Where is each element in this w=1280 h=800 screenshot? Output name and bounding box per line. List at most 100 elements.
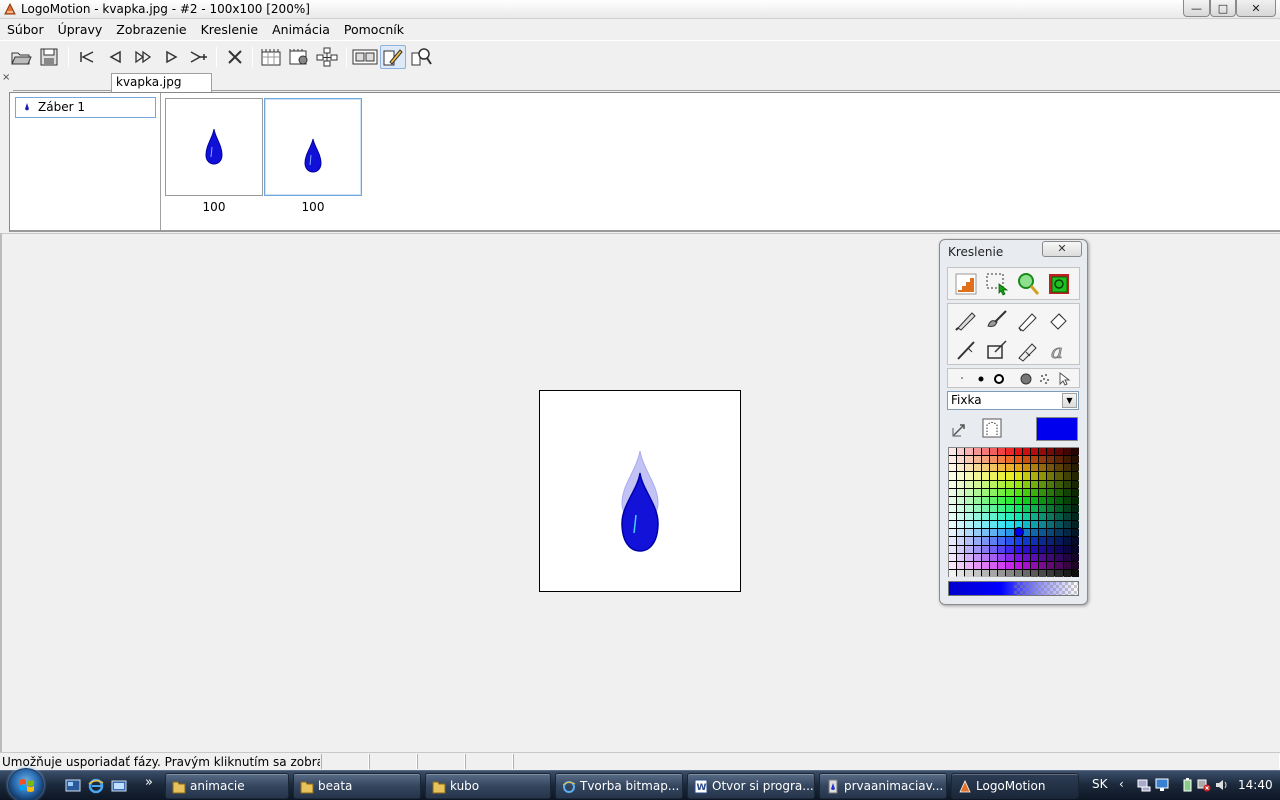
clock[interactable]: 14:40 bbox=[1238, 778, 1273, 792]
palette-swatch[interactable] bbox=[1063, 472, 1071, 480]
palette-swatch[interactable] bbox=[1063, 496, 1071, 504]
palette-swatch[interactable] bbox=[1055, 521, 1063, 529]
frame-thumbnail-selected[interactable] bbox=[264, 98, 362, 196]
palette-swatch[interactable] bbox=[1055, 464, 1063, 472]
palette-swatch[interactable] bbox=[1063, 480, 1071, 488]
palette-swatch[interactable] bbox=[1071, 513, 1079, 521]
marker-icon[interactable] bbox=[1015, 307, 1041, 333]
palette-swatch[interactable] bbox=[1006, 521, 1014, 529]
palette-swatch[interactable] bbox=[965, 513, 973, 521]
close-document-icon[interactable]: × bbox=[2, 73, 12, 83]
frame-thumbnail[interactable] bbox=[165, 98, 263, 196]
palette-swatch[interactable] bbox=[949, 472, 957, 480]
palette-swatch[interactable] bbox=[1030, 448, 1039, 456]
palette-swatch[interactable] bbox=[998, 561, 1006, 569]
palette-swatch[interactable] bbox=[1071, 448, 1079, 456]
palette-swatch[interactable] bbox=[1014, 537, 1022, 545]
palette-swatch[interactable] bbox=[1022, 521, 1030, 529]
palette-swatch[interactable] bbox=[949, 561, 957, 569]
taskbar-button-prvaanimacia[interactable]: prvaanimaciav... bbox=[819, 773, 947, 799]
palette-swatch[interactable] bbox=[957, 545, 965, 553]
palette-swatch[interactable] bbox=[965, 448, 973, 456]
menu-pomocnik[interactable]: Pomocník bbox=[337, 22, 411, 37]
size-large-icon[interactable] bbox=[1020, 373, 1032, 385]
taskbar-button-kubo[interactable]: kubo bbox=[425, 773, 551, 799]
monitor-icon[interactable] bbox=[1155, 778, 1169, 792]
palette-swatch[interactable] bbox=[981, 448, 989, 456]
palette-swatch[interactable] bbox=[981, 496, 989, 504]
palette-swatch[interactable] bbox=[949, 496, 957, 504]
battery-icon[interactable] bbox=[1181, 778, 1195, 792]
palette-swatch[interactable] bbox=[965, 569, 973, 577]
palette-swatch[interactable] bbox=[981, 456, 989, 464]
palette-swatch[interactable] bbox=[1039, 561, 1047, 569]
palette-swatch[interactable] bbox=[1022, 529, 1030, 537]
minimize-button[interactable]: — bbox=[1183, 0, 1210, 17]
color-layers-icon[interactable] bbox=[1046, 271, 1072, 297]
palette-swatch[interactable] bbox=[989, 480, 998, 488]
palette-swatch[interactable] bbox=[965, 464, 973, 472]
palette-swatch[interactable] bbox=[989, 464, 998, 472]
play-button[interactable] bbox=[158, 45, 184, 69]
palette-swatch[interactable] bbox=[965, 529, 973, 537]
palette-swatch[interactable] bbox=[957, 448, 965, 456]
palette-swatch[interactable] bbox=[965, 496, 973, 504]
palette-swatch[interactable] bbox=[965, 456, 973, 464]
palette-swatch[interactable] bbox=[1071, 472, 1079, 480]
palette-swatch[interactable] bbox=[1014, 513, 1022, 521]
palette-swatch[interactable] bbox=[981, 537, 989, 545]
palette-swatch[interactable] bbox=[1006, 561, 1014, 569]
palette-swatch[interactable] bbox=[1014, 545, 1022, 553]
palette-swatch[interactable] bbox=[998, 545, 1006, 553]
palette-swatch[interactable] bbox=[981, 480, 989, 488]
palette-swatch[interactable] bbox=[1014, 504, 1022, 512]
palette-swatch[interactable] bbox=[1055, 448, 1063, 456]
palette-swatch[interactable] bbox=[1047, 545, 1055, 553]
palette-swatch[interactable] bbox=[965, 504, 973, 512]
palette-swatch[interactable] bbox=[1039, 521, 1047, 529]
palette-swatch[interactable] bbox=[1071, 496, 1079, 504]
palette-swatch[interactable] bbox=[1047, 553, 1055, 561]
palette-swatch[interactable] bbox=[973, 513, 981, 521]
palette-swatch[interactable] bbox=[1063, 569, 1071, 577]
palette-swatch[interactable] bbox=[998, 472, 1006, 480]
palette-swatch[interactable] bbox=[1047, 521, 1055, 529]
palette-swatch[interactable] bbox=[1071, 480, 1079, 488]
palette-swatch[interactable] bbox=[949, 537, 957, 545]
palette-swatch[interactable] bbox=[1039, 513, 1047, 521]
palette-swatch[interactable] bbox=[1030, 545, 1039, 553]
start-button[interactable] bbox=[8, 768, 44, 800]
palette-swatch[interactable] bbox=[957, 456, 965, 464]
palette-swatch[interactable] bbox=[1047, 472, 1055, 480]
palette-swatch[interactable] bbox=[1030, 561, 1039, 569]
palette-swatch[interactable] bbox=[1039, 545, 1047, 553]
pick-color-icon[interactable] bbox=[950, 419, 970, 439]
palette-swatch[interactable] bbox=[989, 569, 998, 577]
volume-icon[interactable] bbox=[1215, 778, 1229, 792]
brush-type-select[interactable]: Fixka ▼ bbox=[947, 391, 1079, 410]
palette-swatch[interactable] bbox=[973, 569, 981, 577]
network-error-icon[interactable] bbox=[1197, 778, 1211, 792]
palette-swatch[interactable] bbox=[973, 480, 981, 488]
palette-swatch[interactable] bbox=[973, 488, 981, 496]
palette-swatch[interactable] bbox=[1006, 537, 1014, 545]
palette-swatch[interactable] bbox=[973, 561, 981, 569]
palette-swatch[interactable] bbox=[957, 529, 965, 537]
palette-swatch[interactable] bbox=[965, 488, 973, 496]
palette-swatch[interactable] bbox=[1055, 569, 1063, 577]
palette-swatch[interactable] bbox=[1063, 456, 1071, 464]
palette-swatch[interactable] bbox=[1030, 464, 1039, 472]
internet-explorer-icon[interactable] bbox=[87, 777, 105, 795]
palette-swatch[interactable] bbox=[1022, 496, 1030, 504]
palette-swatch[interactable] bbox=[1055, 545, 1063, 553]
palette-swatch[interactable] bbox=[949, 545, 957, 553]
palette-swatch[interactable] bbox=[1022, 553, 1030, 561]
palette-swatch[interactable] bbox=[1039, 553, 1047, 561]
palette-swatch[interactable] bbox=[1006, 464, 1014, 472]
palette-swatch[interactable] bbox=[1006, 545, 1014, 553]
palette-swatch[interactable] bbox=[1039, 529, 1047, 537]
palette-swatch[interactable] bbox=[1047, 480, 1055, 488]
palette-swatch[interactable] bbox=[1071, 488, 1079, 496]
palette-swatch[interactable] bbox=[998, 488, 1006, 496]
drawing-canvas[interactable] bbox=[539, 390, 741, 592]
